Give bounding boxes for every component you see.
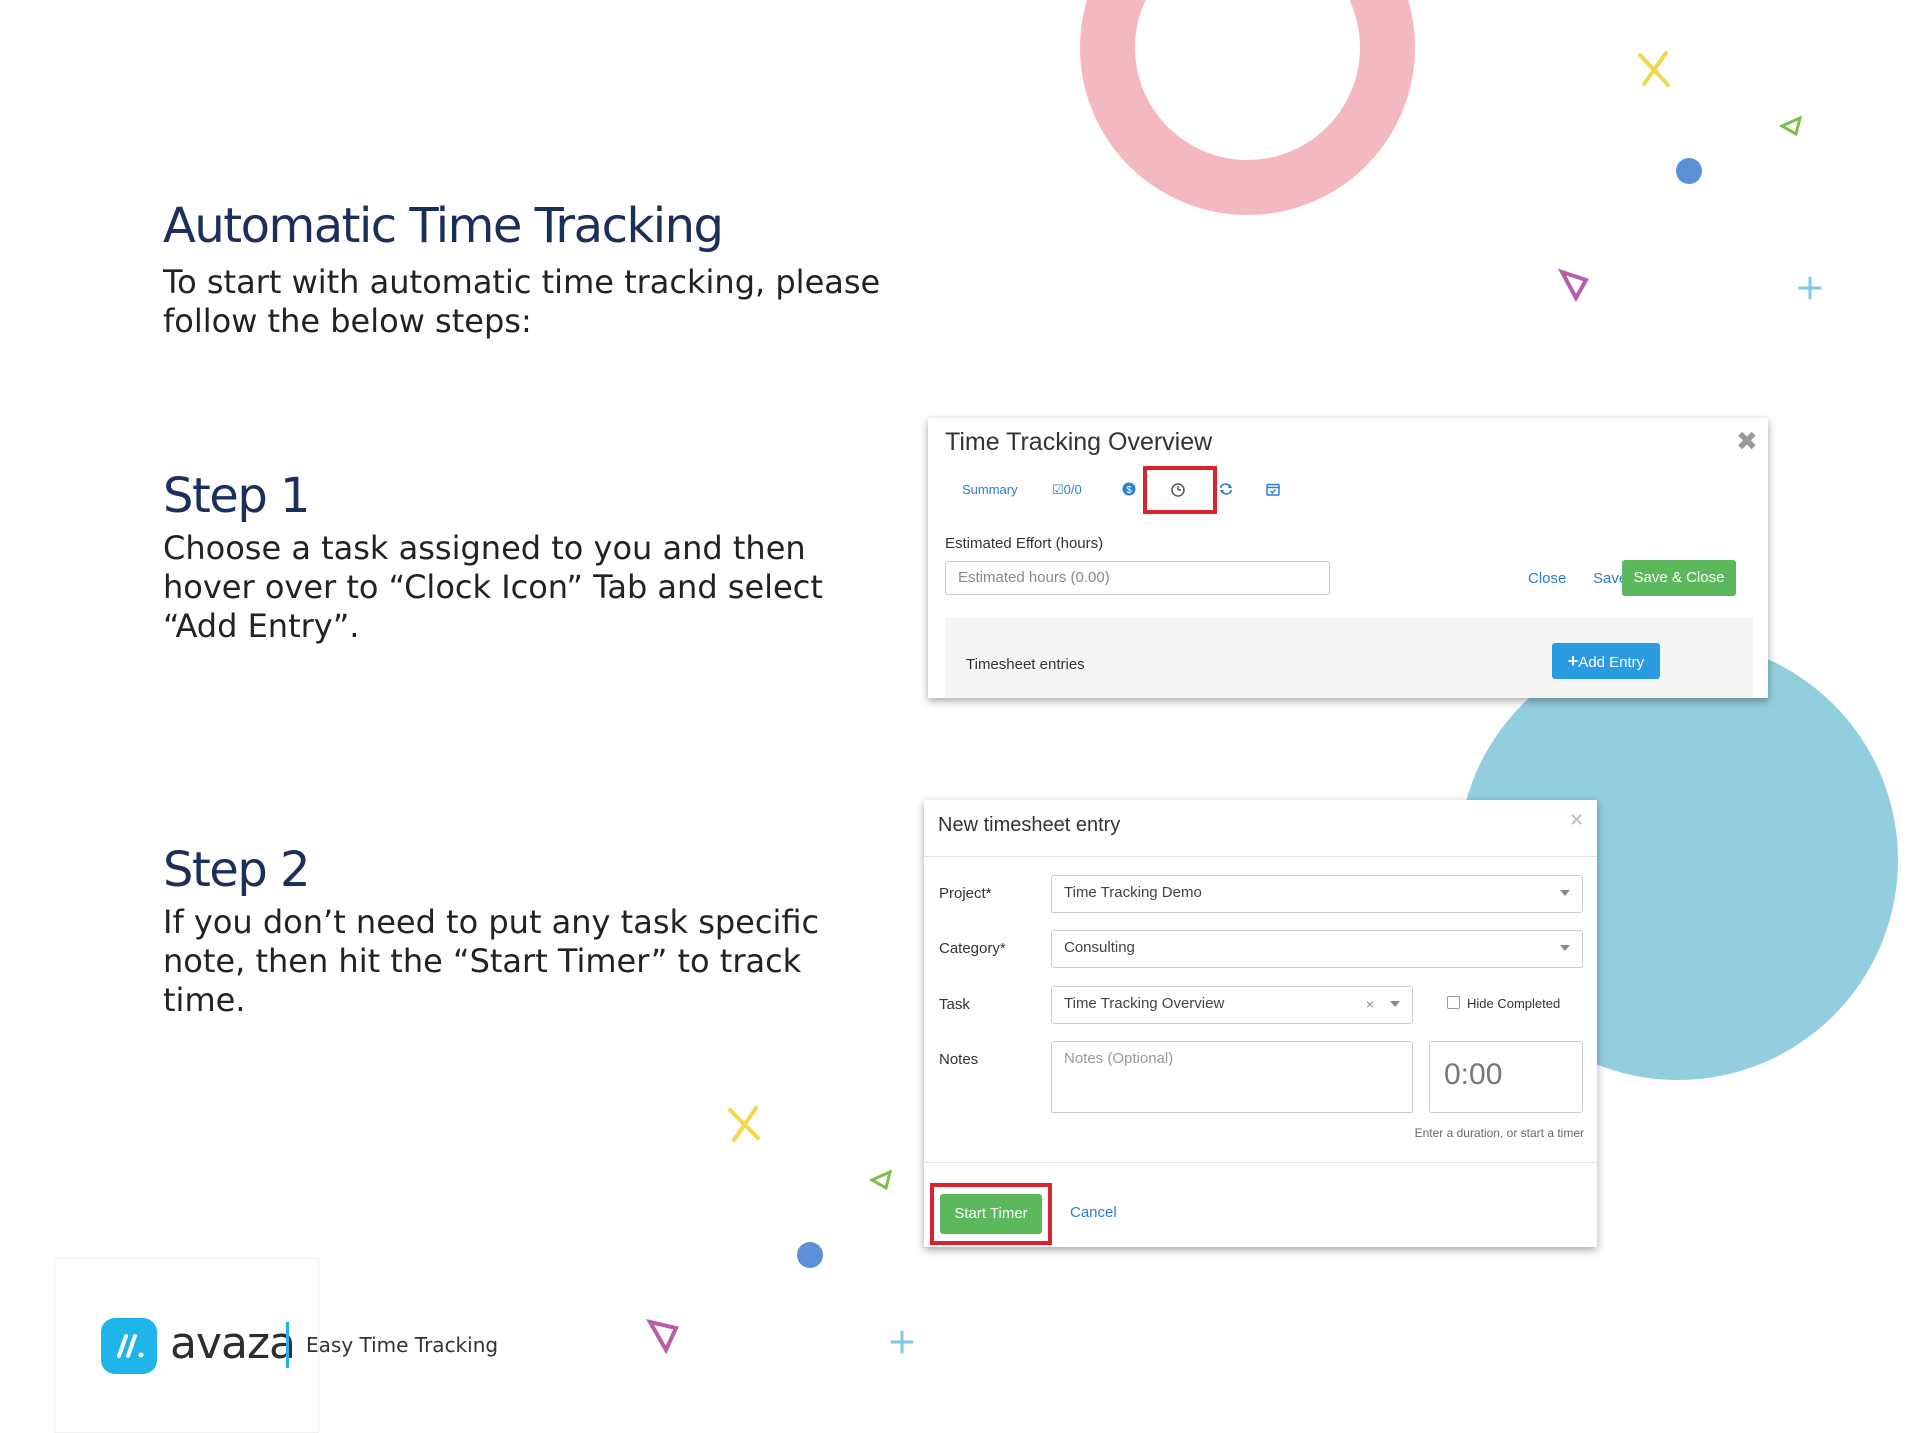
tab-checklist[interactable]: ☑0/0	[1052, 482, 1082, 498]
step2-text: If you don’t need to put any task specif…	[163, 903, 820, 1019]
start-timer-highlight	[930, 1183, 1052, 1245]
divider	[924, 856, 1597, 857]
duration-input[interactable]: 0:00	[1429, 1041, 1583, 1113]
hide-completed-checkbox[interactable]	[1447, 996, 1460, 1009]
close-icon[interactable]: ✖	[1736, 426, 1758, 457]
duration-hint: Enter a duration, or start a timer	[1414, 1126, 1584, 1140]
add-entry-label: Add Entry	[1578, 654, 1645, 671]
task-select[interactable]: Time Tracking Overview ×	[1051, 986, 1413, 1024]
logo-tagline: Easy Time Tracking	[306, 1333, 499, 1357]
project-select[interactable]: Time Tracking Demo	[1051, 875, 1583, 913]
plus-icon: +	[1567, 651, 1579, 671]
dollar-icon: $	[1122, 482, 1136, 496]
chevron-down-icon	[1390, 1001, 1400, 1007]
tab-summary[interactable]: Summary	[962, 482, 1018, 497]
chevron-down-icon	[1560, 945, 1570, 951]
timesheet-entries-section: Timesheet entries +Add Entry	[945, 618, 1753, 698]
notes-textarea[interactable]: Notes (Optional)	[1051, 1041, 1413, 1113]
panel-title: Time Tracking Overview	[945, 428, 1213, 456]
dialog-title: New timesheet entry	[938, 814, 1121, 836]
task-label: Task	[939, 996, 970, 1013]
decorative-dot	[1676, 158, 1702, 184]
category-value: Consulting	[1064, 939, 1135, 956]
clock-tab-highlight	[1143, 466, 1217, 514]
new-timesheet-entry-dialog: New timesheet entry ✕ Project* Time Trac…	[924, 800, 1597, 1247]
project-label: Project*	[939, 885, 992, 902]
intro-text: To start with automatic time tracking, p…	[163, 263, 881, 340]
page-title: Automatic Time Tracking	[163, 198, 724, 254]
step1-text: Choose a task assigned to you and then h…	[163, 529, 823, 645]
tab-recurring[interactable]	[1218, 482, 1234, 499]
checkbox-icon: ☑	[1052, 482, 1064, 497]
close-icon[interactable]: ✕	[1569, 810, 1584, 831]
tab-checklist-count: 0/0	[1063, 482, 1082, 497]
time-tracking-overview-panel: Time Tracking Overview ✖ Summary ☑0/0 $ …	[928, 418, 1768, 698]
clear-icon[interactable]: ×	[1366, 996, 1374, 1012]
divider	[924, 1162, 1597, 1163]
save-close-button[interactable]: Save & Close	[1622, 560, 1736, 596]
calendar-icon	[1266, 483, 1280, 496]
chevron-down-icon	[1560, 890, 1570, 896]
timesheet-entries-label: Timesheet entries	[966, 656, 1085, 673]
category-label: Category*	[939, 940, 1006, 957]
tab-calendar[interactable]	[1266, 482, 1280, 499]
cancel-link[interactable]: Cancel	[1070, 1204, 1117, 1221]
add-entry-button[interactable]: +Add Entry	[1552, 643, 1660, 679]
decorative-dot	[797, 1242, 823, 1268]
logo-wordmark: avaza	[170, 1318, 296, 1369]
step2-title: Step 2	[163, 842, 311, 898]
svg-text:$: $	[1126, 485, 1132, 496]
project-value: Time Tracking Demo	[1064, 884, 1202, 901]
estimated-effort-label: Estimated Effort (hours)	[945, 535, 1104, 552]
notes-label: Notes	[939, 1051, 979, 1068]
tab-billing[interactable]: $	[1122, 482, 1136, 499]
hide-completed-label: Hide Completed	[1467, 996, 1561, 1011]
step1-title: Step 1	[163, 468, 311, 524]
logo-divider	[286, 1322, 289, 1368]
close-link[interactable]: Close	[1528, 570, 1566, 587]
avaza-logo-icon	[101, 1318, 157, 1374]
category-select[interactable]: Consulting	[1051, 930, 1583, 968]
task-value: Time Tracking Overview	[1064, 995, 1225, 1012]
estimated-hours-input[interactable]: Estimated hours (0.00)	[945, 561, 1330, 595]
repeat-icon	[1220, 483, 1232, 495]
